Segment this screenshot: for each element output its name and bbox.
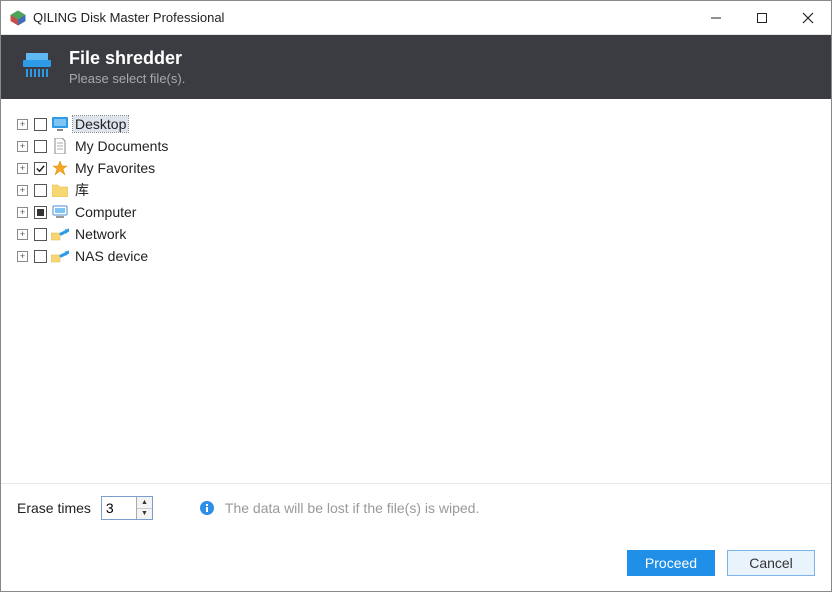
expand-toggle[interactable]: + xyxy=(17,119,28,130)
expand-toggle[interactable]: + xyxy=(17,141,28,152)
tree-node-label: Network xyxy=(73,226,128,242)
file-tree: +Desktop+My Documents+My Favorites+库+Com… xyxy=(1,99,831,483)
computer-icon xyxy=(51,204,69,220)
maximize-button[interactable] xyxy=(739,1,785,35)
document-icon xyxy=(51,138,69,154)
tree-node[interactable]: + My Documents xyxy=(7,135,825,157)
spinner-up-button[interactable]: ▲ xyxy=(137,497,152,509)
spinner-down-button[interactable]: ▼ xyxy=(137,509,152,520)
app-logo-icon xyxy=(9,9,27,27)
window-title: QILING Disk Master Professional xyxy=(33,10,693,25)
tree-node[interactable]: + Computer xyxy=(7,201,825,223)
tree-checkbox[interactable] xyxy=(34,250,47,263)
tree-node-label: 库 xyxy=(73,180,91,200)
tree-checkbox[interactable] xyxy=(34,162,47,175)
header-text-block: File shredder Please select file(s). xyxy=(69,48,185,87)
expand-toggle[interactable]: + xyxy=(17,229,28,240)
tree-checkbox[interactable] xyxy=(34,140,47,153)
folder-icon xyxy=(51,182,69,198)
erase-times-input[interactable] xyxy=(102,497,136,519)
network-icon xyxy=(51,248,69,264)
shredder-icon xyxy=(21,50,53,85)
footer: Erase times ▲ ▼ The data will be lost if… xyxy=(1,483,831,591)
tree-node-label: Computer xyxy=(73,204,138,220)
cancel-button[interactable]: Cancel xyxy=(727,550,815,576)
tree-node-label: Desktop xyxy=(73,116,128,132)
network-icon xyxy=(51,226,69,242)
close-button[interactable] xyxy=(785,1,831,35)
erase-times-label: Erase times xyxy=(17,500,91,516)
tree-node[interactable]: + Network xyxy=(7,223,825,245)
expand-toggle[interactable]: + xyxy=(17,163,28,174)
page-header: File shredder Please select file(s). xyxy=(1,35,831,99)
tree-checkbox[interactable] xyxy=(34,228,47,241)
expand-toggle[interactable]: + xyxy=(17,185,28,196)
page-title: File shredder xyxy=(69,48,185,70)
tree-node-label: My Favorites xyxy=(73,160,157,176)
expand-toggle[interactable]: + xyxy=(17,251,28,262)
desktop-icon xyxy=(51,116,69,132)
proceed-button[interactable]: Proceed xyxy=(627,550,715,576)
page-subtitle: Please select file(s). xyxy=(69,71,185,86)
tree-node[interactable]: + My Favorites xyxy=(7,157,825,179)
tree-node-label: NAS device xyxy=(73,248,150,264)
tree-checkbox[interactable] xyxy=(34,118,47,131)
action-row: Proceed Cancel xyxy=(17,550,815,576)
tree-node[interactable]: + Desktop xyxy=(7,113,825,135)
tree-checkbox[interactable] xyxy=(34,184,47,197)
info-icon xyxy=(199,500,215,516)
tree-checkbox[interactable] xyxy=(34,206,47,219)
minimize-button[interactable] xyxy=(693,1,739,35)
titlebar: QILING Disk Master Professional xyxy=(1,1,831,35)
tree-node[interactable]: + NAS device xyxy=(7,245,825,267)
tree-node-label: My Documents xyxy=(73,138,170,154)
expand-toggle[interactable]: + xyxy=(17,207,28,218)
tree-node[interactable]: +库 xyxy=(7,179,825,201)
info-text: The data will be lost if the file(s) is … xyxy=(225,500,479,516)
star-icon xyxy=(51,160,69,176)
erase-times-spinner[interactable]: ▲ ▼ xyxy=(101,496,153,520)
options-row: Erase times ▲ ▼ The data will be lost if… xyxy=(17,494,815,522)
